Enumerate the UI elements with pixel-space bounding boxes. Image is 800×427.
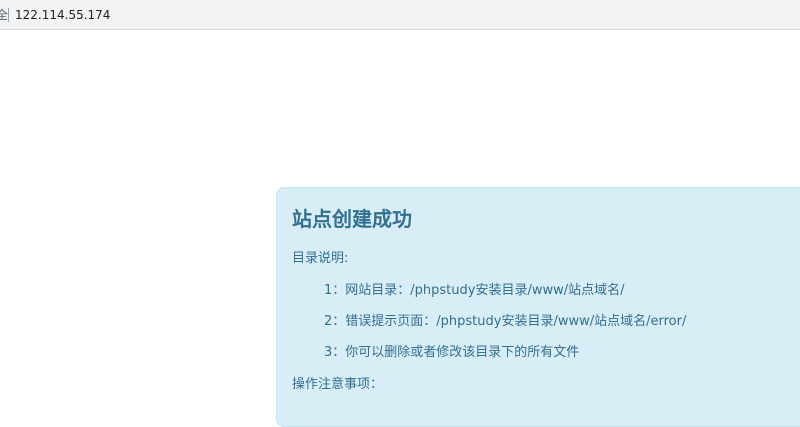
notes-heading: 操作注意事项： bbox=[292, 377, 384, 392]
list-item: 3：你可以删除或者修改该目录下的所有文件 bbox=[324, 345, 580, 360]
address-divider bbox=[8, 8, 9, 22]
address-security-label[interactable]: 全 bbox=[0, 7, 8, 23]
page-content: 站点创建成功 目录说明: 1：网站目录：/phpstudy安装目录/www/站点… bbox=[0, 30, 800, 427]
directory-heading: 目录说明: bbox=[292, 251, 349, 266]
success-panel: 站点创建成功 目录说明: 1：网站目录：/phpstudy安装目录/www/站点… bbox=[276, 187, 800, 427]
browser-address-bar[interactable]: 全 122.114.55.174 bbox=[0, 0, 800, 30]
list-item: 1：网站目录：/phpstudy安装目录/www/站点域名/ bbox=[324, 283, 625, 298]
list-item: 2：错误提示页面：/phpstudy安装目录/www/站点域名/error/ bbox=[324, 314, 687, 329]
address-url[interactable]: 122.114.55.174 bbox=[15, 7, 110, 23]
panel-title: 站点创建成功 bbox=[292, 207, 412, 231]
